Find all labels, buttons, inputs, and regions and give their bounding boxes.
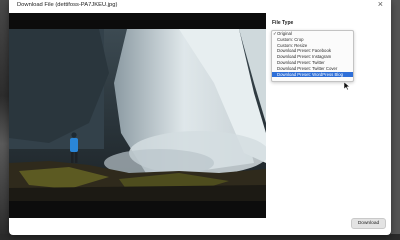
option-label: Download Preset: Facebook — [277, 48, 331, 54]
option-label: Custom: Crop — [277, 36, 304, 42]
mouse-pointer-icon — [344, 82, 350, 90]
option-label: Custom: Resize — [277, 42, 308, 48]
option-label: Download Preset: Twitter — [277, 59, 325, 65]
option-label: Download Preset: WordPress Blog — [277, 71, 344, 77]
dialog-title: Download File (dettifoss-PA7JKEU.jpg) — [17, 2, 118, 8]
close-icon[interactable]: × — [378, 0, 383, 9]
waterfall-photo — [9, 13, 266, 218]
option-label: Download Preset: Twitter Cover — [277, 65, 338, 71]
file-type-dropdown-menu[interactable]: ✓ Original Custom: Crop Custom: Resize D… — [271, 30, 354, 90]
backdrop-left — [0, 0, 9, 240]
option-label: Original — [277, 31, 292, 36]
download-button[interactable]: Download — [351, 218, 386, 229]
image-preview — [9, 13, 266, 218]
option-label: Download Preset: Instagram — [277, 54, 332, 60]
backdrop-right — [391, 0, 400, 240]
option-preset-wordpress-blog[interactable]: Download Preset: WordPress Blog — [272, 71, 353, 78]
side-panel: File Type ✓ Original Custom: Crop Custom… — [271, 20, 387, 100]
file-type-label: File Type — [272, 20, 294, 26]
download-dialog: Download File (dettifoss-PA7JKEU.jpg) × — [9, 0, 391, 235]
